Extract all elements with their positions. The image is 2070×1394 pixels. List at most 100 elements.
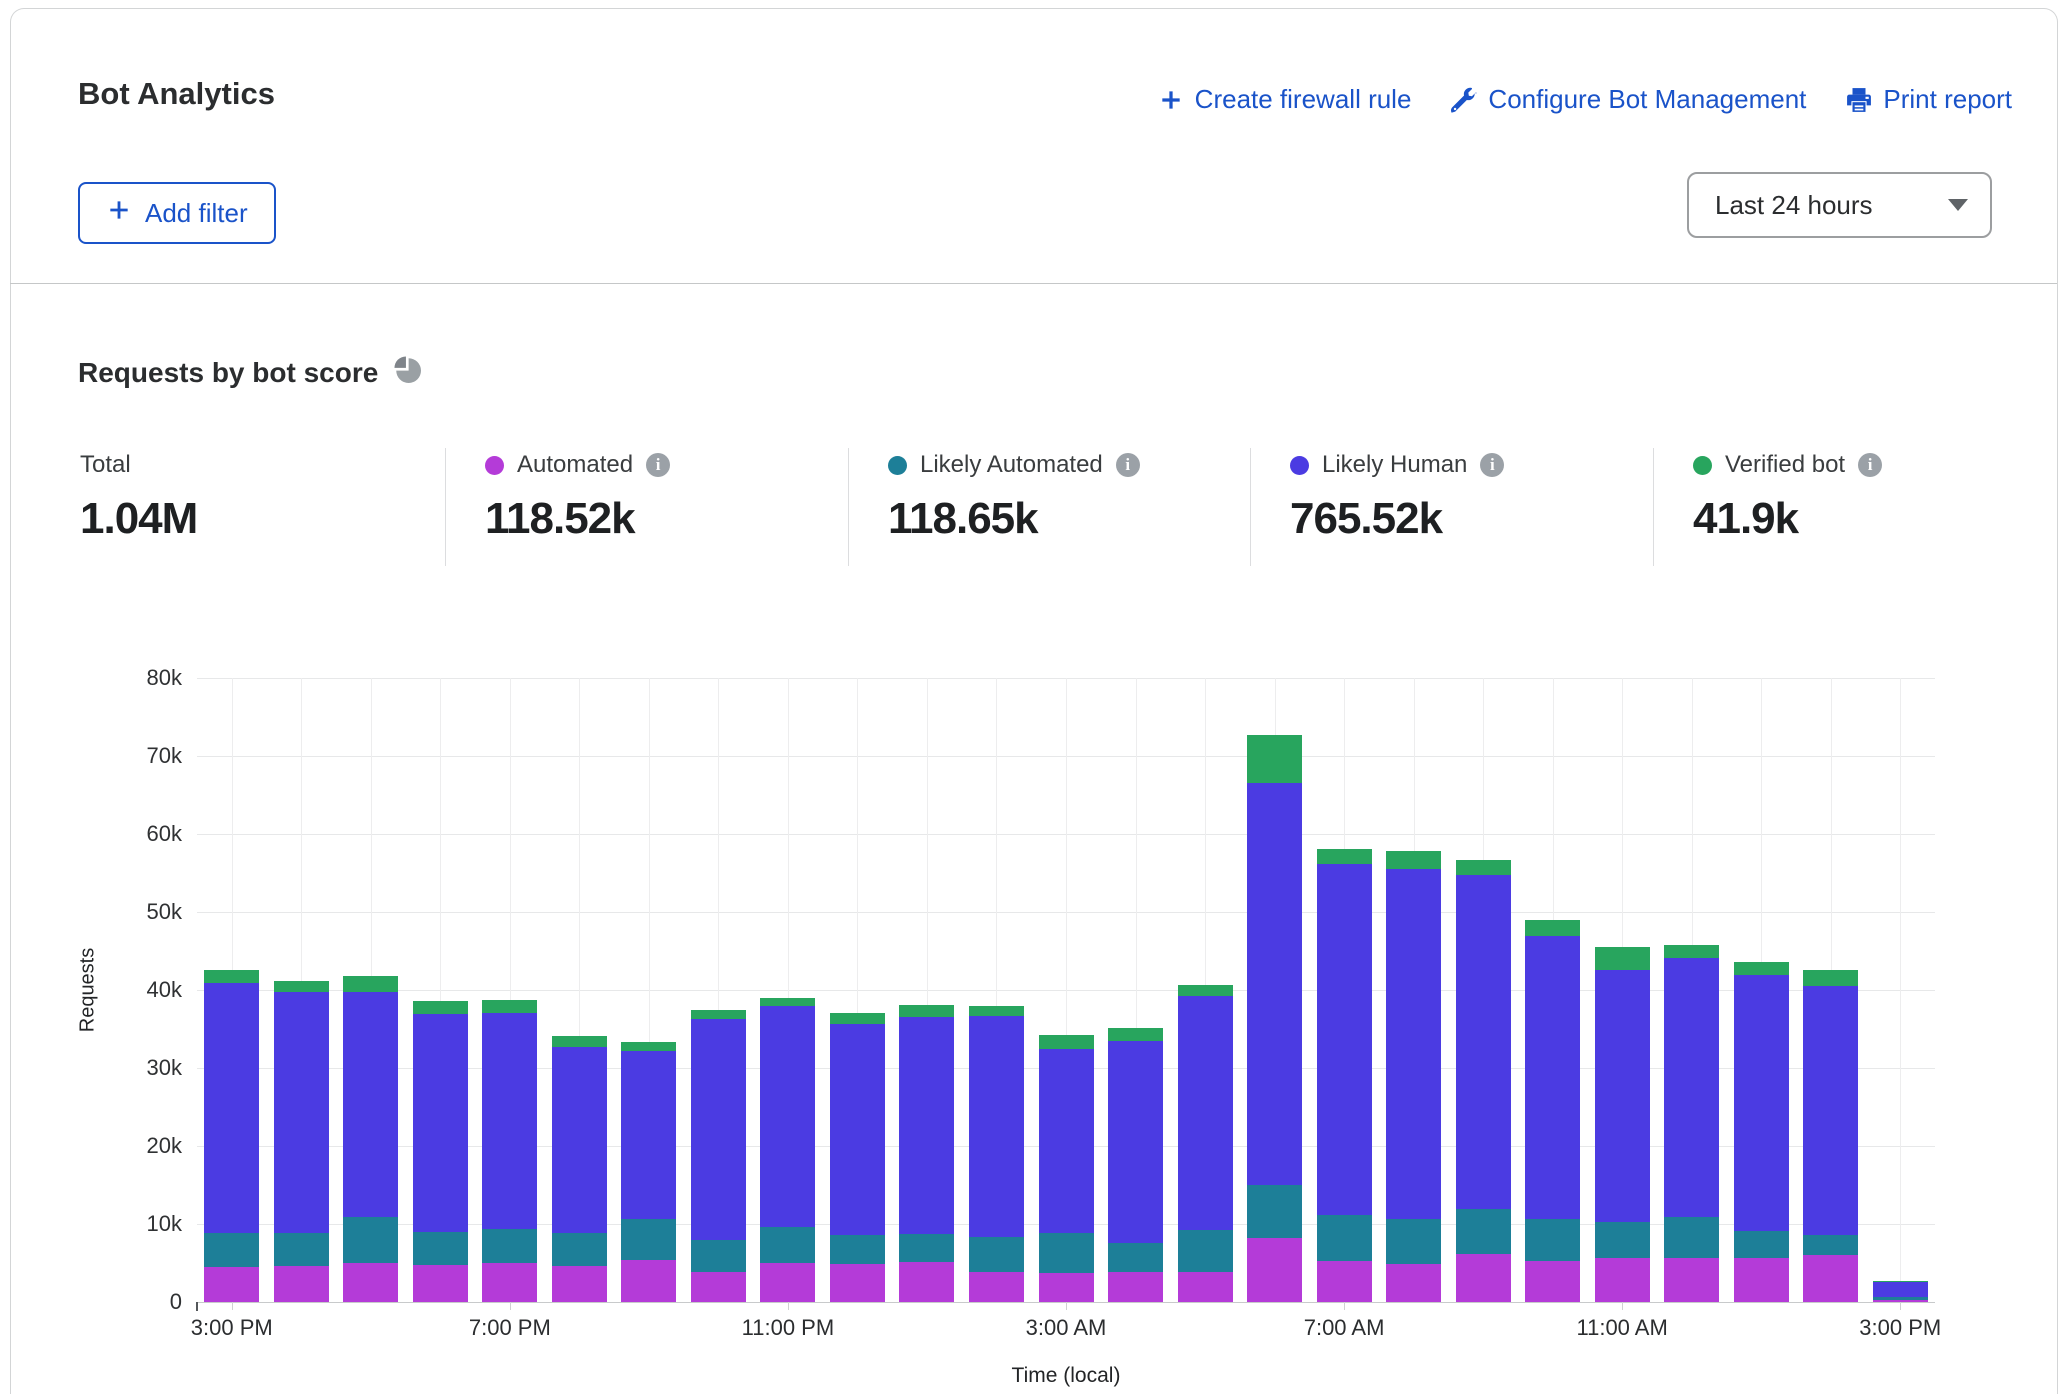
bar-3-00-pm[interactable] <box>1873 1281 1928 1302</box>
bar-2-00-pm[interactable] <box>1803 970 1858 1302</box>
segment-verified-bot <box>1247 735 1302 783</box>
add-filter-button[interactable]: Add filter <box>78 182 276 244</box>
segment-likely-automated <box>204 1233 259 1267</box>
bar-1-00-pm[interactable] <box>1734 962 1789 1302</box>
segment-automated <box>760 1263 815 1302</box>
bar-9-00-am[interactable] <box>1456 860 1511 1302</box>
stat-likely-automated-label: Likely Automated <box>920 451 1103 479</box>
bar-5-00-pm[interactable] <box>343 976 398 1302</box>
bar-12-00-pm[interactable] <box>1664 945 1719 1302</box>
segment-likely-human <box>482 1013 537 1230</box>
segment-verified-bot <box>1317 849 1372 864</box>
segment-automated <box>482 1263 537 1302</box>
segment-likely-automated <box>1247 1185 1302 1238</box>
time-range-select[interactable]: Last 24 hours <box>1687 172 1992 238</box>
x-tick-label: 11:00 AM <box>1576 1315 1667 1341</box>
chevron-down-icon <box>1948 199 1968 211</box>
segment-likely-human <box>1386 869 1441 1219</box>
segment-likely-human <box>274 992 329 1233</box>
segment-verified-bot <box>1595 947 1650 970</box>
segment-likely-automated <box>1525 1219 1580 1261</box>
bar-6-00-pm[interactable] <box>413 1001 468 1302</box>
bar-6-00-am[interactable] <box>1247 735 1302 1302</box>
stat-likely-human-label: Likely Human <box>1322 451 1467 479</box>
bar-8-00-pm[interactable] <box>552 1036 607 1302</box>
bar-9-00-pm[interactable] <box>621 1041 676 1302</box>
info-icon[interactable]: i <box>1116 453 1140 477</box>
segment-verified-bot <box>204 970 259 983</box>
segment-likely-automated <box>1595 1222 1650 1258</box>
segment-likely-human <box>621 1051 676 1219</box>
segment-likely-human <box>1803 986 1858 1235</box>
bar-2-00-am[interactable] <box>969 1006 1024 1302</box>
segment-likely-human <box>1873 1282 1928 1297</box>
x-tick-mark <box>232 1302 233 1310</box>
segment-automated <box>969 1272 1024 1302</box>
segment-verified-bot <box>830 1013 885 1023</box>
info-icon[interactable]: i <box>1858 453 1882 477</box>
bar-10-00-pm[interactable] <box>691 1010 746 1302</box>
segment-automated <box>830 1264 885 1302</box>
segment-automated <box>1456 1254 1511 1302</box>
bar-3-00-am[interactable] <box>1039 1035 1094 1302</box>
print-report-link[interactable]: Print report <box>1846 84 2012 115</box>
segment-verified-bot <box>1456 860 1511 875</box>
x-tick-mark <box>1344 1302 1345 1310</box>
bar-8-00-am[interactable] <box>1386 851 1441 1302</box>
time-range-value: Last 24 hours <box>1715 190 1873 221</box>
y-tick-label: 30k <box>147 1055 182 1081</box>
section-heading-label: Requests by bot score <box>78 357 378 389</box>
segment-likely-human <box>969 1016 1024 1237</box>
segment-likely-automated <box>1317 1215 1372 1260</box>
y-tick-label: 70k <box>147 743 182 769</box>
bar-10-00-am[interactable] <box>1525 920 1580 1302</box>
bar-11-00-am[interactable] <box>1595 947 1650 1302</box>
segment-automated <box>691 1272 746 1302</box>
segment-likely-automated <box>830 1235 885 1264</box>
stat-total: Total 1.04M <box>80 448 430 544</box>
stat-divider <box>1250 448 1251 566</box>
segment-automated <box>1108 1272 1163 1302</box>
bar-11-00-pm[interactable] <box>760 998 815 1302</box>
y-tick-label: 20k <box>147 1133 182 1159</box>
segment-likely-automated <box>343 1217 398 1263</box>
plus-icon <box>106 197 132 230</box>
create-firewall-rule-link[interactable]: Create firewall rule <box>1158 84 1412 115</box>
x-axis-labels: 3:00 PM7:00 PM11:00 PM3:00 AM7:00 AM11:0… <box>197 1302 1935 1350</box>
segment-automated <box>1039 1273 1094 1302</box>
bar-7-00-pm[interactable] <box>482 1000 537 1302</box>
info-icon[interactable]: i <box>1480 453 1504 477</box>
plus-icon <box>1158 87 1184 113</box>
segment-verified-bot <box>899 1005 954 1017</box>
bar-5-00-am[interactable] <box>1178 985 1233 1302</box>
segment-likely-automated <box>969 1237 1024 1273</box>
bar-4-00-pm[interactable] <box>274 981 329 1302</box>
segment-verified-bot <box>1039 1035 1094 1049</box>
segment-automated <box>1317 1261 1372 1302</box>
configure-bot-management-link[interactable]: Configure Bot Management <box>1451 84 1806 115</box>
segment-automated <box>1525 1261 1580 1302</box>
segment-likely-automated <box>691 1240 746 1272</box>
segment-likely-human <box>343 992 398 1217</box>
bar-1-00-am[interactable] <box>899 1005 954 1302</box>
segment-likely-automated <box>274 1233 329 1266</box>
segment-verified-bot <box>969 1006 1024 1015</box>
info-icon[interactable]: i <box>646 453 670 477</box>
y-tick-label: 10k <box>147 1211 182 1237</box>
segment-likely-automated <box>621 1219 676 1260</box>
segment-likely-human <box>1178 996 1233 1231</box>
bar-3-00-pm[interactable] <box>204 970 259 1302</box>
segment-likely-automated <box>1178 1230 1233 1272</box>
bar-7-00-am[interactable] <box>1317 849 1372 1302</box>
segment-automated <box>1803 1255 1858 1302</box>
stat-automated-label: Automated <box>517 451 633 479</box>
segment-verified-bot <box>274 981 329 993</box>
stat-likely-automated-value: 118.65k <box>888 494 1238 544</box>
segment-automated <box>899 1262 954 1302</box>
x-tick-mark <box>1622 1302 1623 1310</box>
bar-12-00-am[interactable] <box>830 1013 885 1302</box>
x-tick-label: 3:00 AM <box>1026 1315 1107 1341</box>
chart-plot <box>197 678 1935 1303</box>
bar-4-00-am[interactable] <box>1108 1028 1163 1302</box>
segment-likely-human <box>899 1017 954 1235</box>
